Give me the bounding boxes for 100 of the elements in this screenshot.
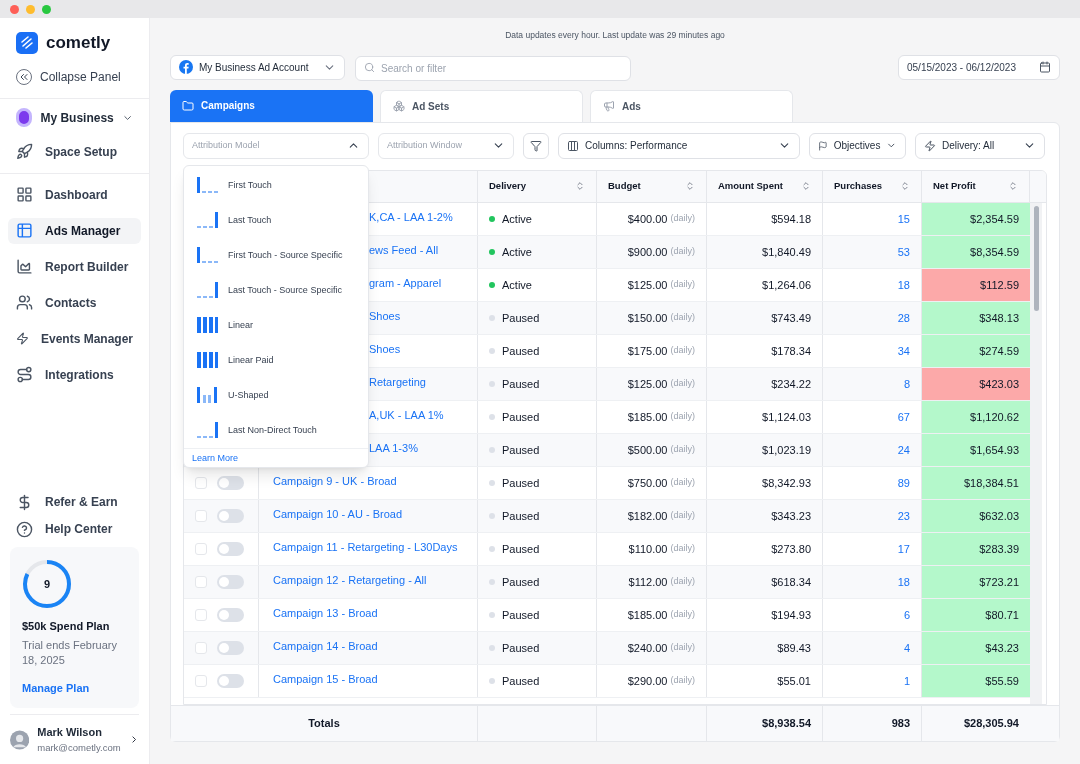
- columns-select[interactable]: Columns: Performance: [558, 132, 800, 159]
- menu-item[interactable]: U-Shaped: [184, 377, 368, 413]
- purchases-link[interactable]: 23: [897, 507, 910, 525]
- purchases-link[interactable]: 6: [903, 606, 910, 624]
- tab[interactable]: Ad Sets: [380, 89, 583, 122]
- column-header[interactable]: Net Profit: [922, 170, 1030, 202]
- campaign-link[interactable]: Shoes: [369, 342, 401, 355]
- budget-period: (daily): [670, 245, 695, 259]
- campaign-link[interactable]: K,CA - LAA 1-2%: [369, 210, 453, 223]
- attribution-model-select[interactable]: Attribution Model: [183, 132, 369, 159]
- budget-period: (daily): [670, 476, 695, 490]
- objectives-select[interactable]: Objectives: [809, 132, 906, 159]
- column-header[interactable]: Purchases: [823, 170, 922, 202]
- tab[interactable]: Campaigns: [170, 89, 373, 122]
- menu-item[interactable]: First Touch - Source Specific: [184, 237, 368, 273]
- column-header[interactable]: Delivery: [478, 170, 597, 202]
- budget-value: $125.00: [627, 376, 668, 392]
- search-field[interactable]: Search or filter: [355, 55, 631, 81]
- nav-item[interactable]: Refer & Earn: [0, 492, 149, 513]
- purchases-link[interactable]: 1: [903, 672, 910, 690]
- row-checkbox[interactable]: [195, 509, 207, 522]
- attribution-chart-icon: [197, 387, 218, 404]
- row-checkbox[interactable]: [195, 641, 207, 654]
- sort-icon: [1008, 181, 1018, 192]
- campaign-link[interactable]: Campaign 9 - UK - Broad: [273, 474, 397, 487]
- row-checkbox[interactable]: [195, 476, 207, 489]
- date-range-picker[interactable]: 05/15/2023 - 06/12/2023: [898, 54, 1060, 80]
- plan-count: 9: [42, 577, 52, 592]
- nav-item[interactable]: Integrations: [8, 361, 141, 388]
- delivery-select[interactable]: Delivery: All: [915, 132, 1045, 159]
- toggle-switch[interactable]: [217, 541, 244, 556]
- toggle-switch[interactable]: [217, 475, 244, 490]
- toggle-switch[interactable]: [217, 673, 244, 688]
- plan-title: $50k Spend Plan: [22, 619, 111, 635]
- nav-item[interactable]: Ads Manager: [8, 217, 141, 244]
- row-checkbox[interactable]: [195, 674, 207, 687]
- nav-item[interactable]: Dashboard: [8, 181, 141, 208]
- attribution-chart-icon: [197, 422, 218, 439]
- scrollbar-thumb[interactable]: [1033, 205, 1039, 311]
- purchases-link[interactable]: 17: [897, 540, 910, 558]
- campaign-link[interactable]: ews Feed - All: [369, 243, 439, 256]
- campaign-link[interactable]: Campaign 11 - Retargeting - L30Days: [273, 540, 458, 553]
- purchases-link[interactable]: 18: [897, 573, 910, 591]
- status-text: Paused: [502, 574, 540, 590]
- brand-name: cometly: [46, 32, 111, 54]
- purchases-link[interactable]: 24: [897, 441, 910, 459]
- row-checkbox[interactable]: [195, 542, 207, 555]
- nav-item[interactable]: Contacts: [8, 289, 141, 316]
- menu-item[interactable]: Last Non-Direct Touch: [184, 412, 368, 448]
- manage-plan-link[interactable]: Manage Plan: [22, 679, 127, 697]
- net-profit-cell: $43.23: [922, 631, 1030, 664]
- campaign-link[interactable]: Campaign 15 - Broad: [273, 672, 378, 685]
- status-text: Paused: [502, 640, 540, 656]
- menu-item[interactable]: First Touch: [184, 167, 368, 203]
- help-icon: [16, 520, 33, 538]
- purchases-link[interactable]: 53: [897, 243, 910, 261]
- sort-icon: [575, 181, 585, 192]
- toggle-switch[interactable]: [217, 574, 244, 589]
- toggle-switch[interactable]: [217, 640, 244, 655]
- nav-item[interactable]: Events Manager: [8, 325, 141, 352]
- purchases-link[interactable]: 34: [897, 342, 910, 360]
- campaign-link[interactable]: Shoes: [369, 309, 401, 322]
- attribution-window-select[interactable]: Attribution Window: [378, 132, 514, 159]
- purchases-link[interactable]: 4: [903, 639, 910, 657]
- purchases-link[interactable]: 28: [897, 309, 910, 327]
- learn-more-link[interactable]: Learn More: [192, 451, 239, 464]
- collapse-panel-button[interactable]: Collapse Panel: [0, 67, 149, 86]
- total-purchases: 983: [891, 716, 910, 732]
- menu-item[interactable]: Last Touch - Source Specific: [184, 272, 368, 308]
- campaign-link[interactable]: gram - Apparel: [369, 276, 442, 289]
- campaign-link[interactable]: Campaign 13 - Broad: [273, 606, 378, 619]
- ad-account-select[interactable]: My Business Ad Account: [170, 54, 345, 80]
- nav-item[interactable]: Help Center: [0, 519, 149, 540]
- menu-item[interactable]: Linear Paid: [184, 342, 368, 378]
- row-checkbox[interactable]: [195, 608, 207, 621]
- purchases-link[interactable]: 89: [897, 474, 910, 492]
- row-checkbox[interactable]: [195, 575, 207, 588]
- tab[interactable]: Ads: [590, 89, 793, 122]
- campaign-link[interactable]: Campaign 10 - AU - Broad: [273, 507, 402, 520]
- campaign-link[interactable]: Campaign 12 - Retargeting - All: [273, 573, 427, 586]
- purchases-link[interactable]: 18: [897, 276, 910, 294]
- column-header[interactable]: Budget: [597, 170, 707, 202]
- budget-value: $750.00: [627, 475, 668, 491]
- campaign-link[interactable]: A,UK - LAA 1%: [369, 408, 444, 421]
- purchases-link[interactable]: 15: [897, 210, 910, 228]
- toggle-switch[interactable]: [217, 607, 244, 622]
- purchases-link[interactable]: 67: [897, 408, 910, 426]
- menu-item[interactable]: Last Touch: [184, 202, 368, 238]
- filter-button[interactable]: [523, 132, 549, 159]
- nav-item[interactable]: Report Builder: [8, 253, 141, 280]
- workspace-selector[interactable]: My Business: [0, 106, 149, 129]
- column-header[interactable]: Amount Spent: [707, 170, 823, 202]
- campaign-link[interactable]: Retargeting: [369, 375, 426, 388]
- nav-item[interactable]: Space Setup: [8, 138, 141, 165]
- toggle-switch[interactable]: [217, 508, 244, 523]
- campaign-link[interactable]: Campaign 14 - Broad: [273, 639, 378, 652]
- net-profit-cell: $283.39: [922, 532, 1030, 565]
- purchases-link[interactable]: 8: [903, 375, 910, 393]
- campaign-link[interactable]: LAA 1-3%: [369, 441, 418, 454]
- menu-item[interactable]: Linear: [184, 307, 368, 343]
